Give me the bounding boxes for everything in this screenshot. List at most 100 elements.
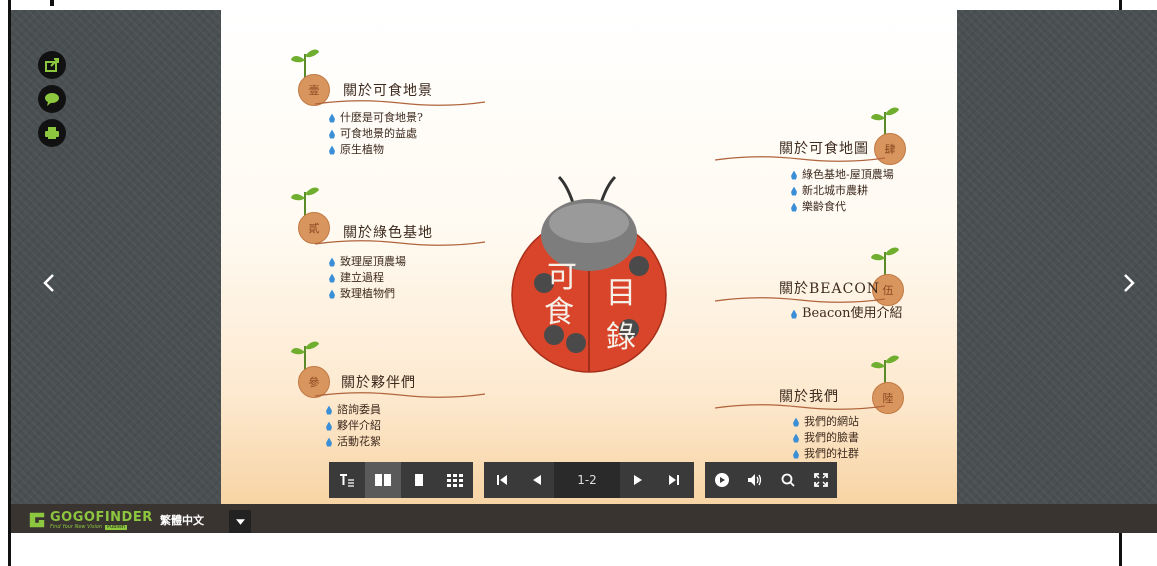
section-list: 我們的網站 我們的臉書 我們的社群 bbox=[793, 414, 859, 462]
single-page-button[interactable] bbox=[401, 462, 437, 498]
water-drop-icon bbox=[791, 309, 797, 319]
section-list: 綠色基地-屋頂農場 新北城市農耕 樂齡食代 bbox=[791, 167, 894, 215]
next-page-tool-button[interactable] bbox=[620, 462, 656, 498]
list-item[interactable]: 諮詢委員 bbox=[326, 402, 381, 418]
sound-button[interactable] bbox=[738, 462, 771, 498]
list-item[interactable]: 致理植物們 bbox=[329, 286, 406, 302]
list-item[interactable]: 我們的臉書 bbox=[793, 430, 859, 446]
text-mode-icon bbox=[340, 474, 354, 487]
section-list: 致理屋頂農場 建立過程 致理植物們 bbox=[329, 254, 406, 302]
speaker-icon bbox=[747, 474, 761, 486]
brand-tagline: Find Your New Vision bbox=[50, 523, 103, 530]
wave-divider bbox=[715, 156, 885, 162]
list-item[interactable]: 活動花絮 bbox=[326, 434, 381, 450]
ladybug-illustration: 可 食 目 錄 bbox=[511, 175, 667, 373]
last-page-button[interactable] bbox=[656, 462, 692, 498]
water-drop-icon bbox=[791, 202, 797, 212]
wave-divider bbox=[715, 404, 885, 410]
water-drop-icon bbox=[793, 417, 799, 427]
text-mode-button[interactable] bbox=[329, 462, 365, 498]
share-button[interactable] bbox=[38, 51, 66, 79]
grid-icon bbox=[447, 474, 463, 487]
print-button[interactable] bbox=[38, 119, 66, 147]
print-icon bbox=[45, 127, 59, 139]
page-indicator[interactable]: 1-2 bbox=[554, 462, 620, 498]
water-drop-icon bbox=[326, 405, 332, 415]
wave-divider bbox=[315, 240, 485, 246]
brand-logo[interactable]: GOGOFINDER Find Your New Vision Publish bbox=[28, 510, 153, 530]
thumbnail-grid-button[interactable] bbox=[437, 462, 473, 498]
water-drop-icon bbox=[329, 113, 335, 123]
section-title[interactable]: 關於可食地景 bbox=[343, 80, 433, 100]
frame-tick bbox=[50, 0, 54, 6]
water-drop-icon bbox=[329, 273, 335, 283]
list-item[interactable]: 致理屋頂農場 bbox=[329, 254, 406, 270]
list-item[interactable]: 夥伴介紹 bbox=[326, 418, 381, 434]
ladybug-text: 目 bbox=[606, 276, 636, 311]
ladybug-text: 食 bbox=[544, 295, 574, 330]
list-item[interactable]: 綠色基地-屋頂農場 bbox=[791, 167, 894, 183]
list-item[interactable]: 新北城市農耕 bbox=[791, 183, 894, 199]
list-item[interactable]: 什麼是可食地景? bbox=[329, 110, 423, 126]
next-page-button[interactable] bbox=[1117, 265, 1141, 301]
water-drop-icon bbox=[793, 449, 799, 459]
fullscreen-button[interactable] bbox=[804, 462, 837, 498]
media-toolbar bbox=[705, 462, 837, 498]
water-drop-icon bbox=[329, 257, 335, 267]
list-item[interactable]: 樂齡食代 bbox=[791, 199, 894, 215]
skip-first-icon bbox=[497, 475, 507, 485]
list-item[interactable]: Beacon使用介紹 bbox=[791, 306, 902, 322]
autoplay-button[interactable] bbox=[705, 462, 738, 498]
page-navigation-toolbar: 1-2 bbox=[484, 462, 694, 498]
book-spread: 壹 關於可食地景 什麼是可食地景? 可食地景的益處 原生植物 貳 關於綠色基地 … bbox=[221, 10, 957, 504]
water-drop-icon bbox=[326, 437, 332, 447]
water-drop-icon bbox=[791, 170, 797, 180]
water-drop-icon bbox=[329, 145, 335, 155]
search-icon bbox=[781, 473, 795, 487]
ladybug-text: 錄 bbox=[606, 320, 636, 355]
share-icon bbox=[45, 58, 59, 72]
section-list: 什麼是可食地景? 可食地景的益處 原生植物 bbox=[329, 110, 423, 158]
wave-divider bbox=[715, 297, 885, 303]
comment-button[interactable] bbox=[38, 85, 66, 113]
water-drop-icon bbox=[793, 433, 799, 443]
flipbook-viewer: 壹 關於可食地景 什麼是可食地景? 可食地景的益處 原生植物 貳 關於綠色基地 … bbox=[11, 10, 1157, 504]
triangle-right-icon bbox=[634, 475, 642, 485]
wave-divider bbox=[315, 392, 485, 398]
publish-badge: Publish bbox=[105, 523, 127, 530]
prev-page-button[interactable] bbox=[37, 265, 61, 301]
list-item[interactable]: 可食地景的益處 bbox=[329, 126, 423, 142]
ladybug-text: 可 bbox=[547, 260, 577, 295]
list-item[interactable]: 我們的社群 bbox=[793, 446, 859, 462]
chevron-right-icon bbox=[1124, 274, 1135, 292]
previous-page-button[interactable] bbox=[520, 462, 554, 498]
water-drop-icon bbox=[329, 129, 335, 139]
first-page-button[interactable] bbox=[484, 462, 520, 498]
footer-bar: GOGOFINDER Find Your New Vision Publish … bbox=[11, 504, 1157, 533]
section-list: Beacon使用介紹 bbox=[791, 306, 902, 322]
list-item[interactable]: 原生植物 bbox=[329, 142, 423, 158]
water-drop-icon bbox=[326, 421, 332, 431]
play-circle-icon bbox=[714, 473, 729, 487]
triangle-left-icon bbox=[533, 475, 541, 485]
gogofinder-logo-icon bbox=[29, 512, 45, 528]
section-title[interactable]: 關於夥伴們 bbox=[341, 372, 416, 392]
comment-icon bbox=[45, 93, 59, 106]
chevron-left-icon bbox=[43, 274, 54, 292]
language-dropdown-button[interactable] bbox=[229, 510, 251, 533]
list-item[interactable]: 建立過程 bbox=[329, 270, 406, 286]
water-drop-icon bbox=[329, 289, 335, 299]
caret-down-icon bbox=[235, 518, 245, 525]
list-item[interactable]: 我們的網站 bbox=[793, 414, 859, 430]
language-label[interactable]: 繁體中文 bbox=[160, 512, 204, 528]
single-page-icon bbox=[415, 474, 423, 486]
double-page-button[interactable] bbox=[365, 462, 401, 498]
brand-name: GOGOFINDER bbox=[50, 509, 153, 525]
search-button[interactable] bbox=[771, 462, 804, 498]
view-mode-toolbar bbox=[329, 462, 473, 498]
wave-divider bbox=[315, 100, 485, 106]
double-page-icon bbox=[375, 474, 391, 486]
water-drop-icon bbox=[791, 186, 797, 196]
fullscreen-icon bbox=[813, 473, 828, 487]
skip-last-icon bbox=[669, 475, 679, 485]
